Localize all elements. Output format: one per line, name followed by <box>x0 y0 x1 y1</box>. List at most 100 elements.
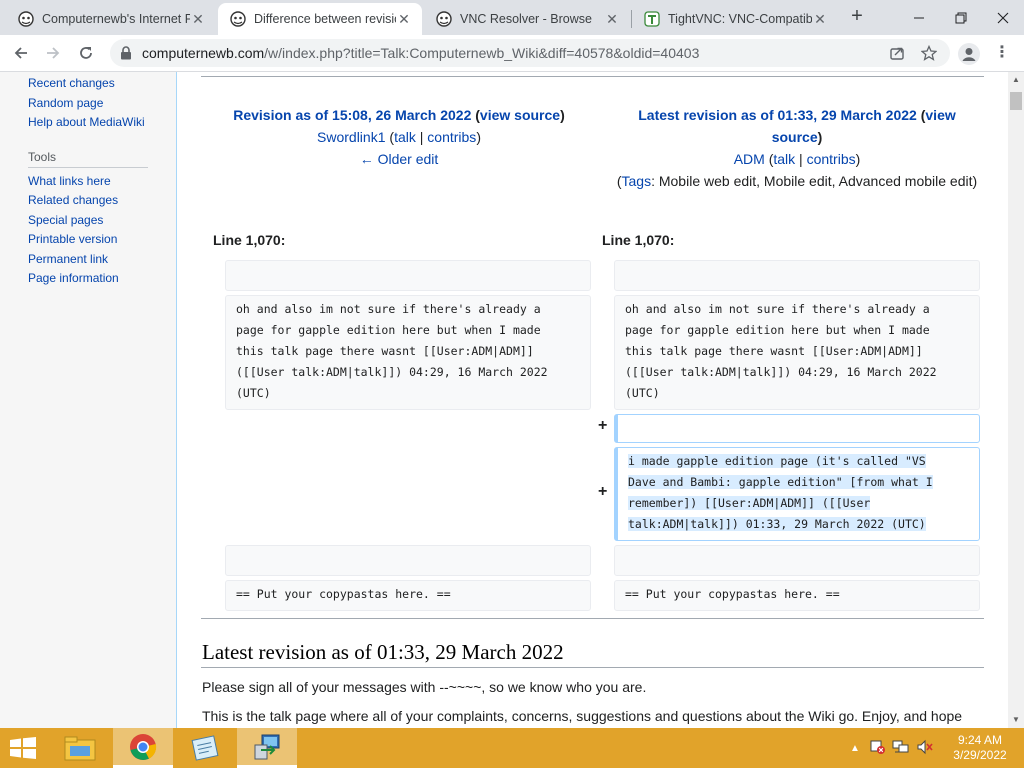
reload-icon[interactable] <box>73 40 99 66</box>
older-edit-link[interactable]: ← Older edit <box>360 151 439 167</box>
context-line: == Put your copypastas here. == <box>236 587 451 601</box>
tags-list: Mobile web edit, Mobile edit, Advanced m… <box>658 173 973 189</box>
sidebar-page-information[interactable]: Page information <box>28 271 119 285</box>
new-tab-button[interactable]: + <box>846 6 868 28</box>
new-user-talk-link[interactable]: talk <box>773 151 795 167</box>
tab-computernewb[interactable]: Computernewb's Internet P ✕ <box>6 3 216 35</box>
restore-icon[interactable] <box>940 0 982 35</box>
wiki-sidebar: Recent changes Random page Help about Me… <box>0 72 176 728</box>
address-bar[interactable]: computernewb.com/w/index.php?title=Talk:… <box>110 39 950 67</box>
added-line-marker: + <box>598 483 608 500</box>
new-view-source-link-a[interactable]: view <box>925 107 955 123</box>
old-revision-title-link[interactable]: Revision as of 15:08, 26 March 2022 <box>233 107 471 123</box>
wiki-favicon-icon <box>18 11 34 27</box>
scroll-down-arrow-icon[interactable]: ▼ <box>1008 712 1024 728</box>
new-user-link[interactable]: ADM <box>734 151 765 167</box>
url-text[interactable]: computernewb.com/w/index.php?title=Talk:… <box>142 45 699 61</box>
new-context-empty-cell <box>614 260 980 291</box>
wiki-favicon-icon <box>230 11 246 27</box>
old-revision-header: Revision as of 15:08, 26 March 2022 (vie… <box>209 104 589 170</box>
tab-title: Difference between revisio <box>254 12 396 26</box>
context-line: == Put your copypastas here. == <box>625 587 840 601</box>
old-user-talk-link[interactable]: talk <box>394 129 416 145</box>
share-icon[interactable] <box>888 44 906 62</box>
volume-muted-icon[interactable] <box>916 739 934 758</box>
taskbar-clock[interactable]: 9:24 AM 3/29/2022 <box>948 733 1012 763</box>
tightvnc-favicon-icon <box>644 11 660 27</box>
vnc-viewer-taskbar-icon[interactable] <box>237 728 297 768</box>
tab-tightvnc[interactable]: TightVNC: VNC-Compatib ✕ <box>632 3 838 35</box>
show-hidden-icons-icon[interactable]: ▲ <box>850 743 860 754</box>
sidebar-divider <box>28 167 148 168</box>
close-tab-icon[interactable]: ✕ <box>812 11 828 28</box>
tags-link[interactable]: Tags <box>622 173 652 189</box>
windows-start-icon[interactable] <box>8 737 38 764</box>
scrollbar-thumb[interactable] <box>1010 92 1022 110</box>
tab-vnc-resolver[interactable]: VNC Resolver - Browse ✕ <box>424 3 630 35</box>
back-icon[interactable] <box>8 40 34 66</box>
close-window-icon[interactable] <box>982 0 1024 35</box>
bookmark-star-icon[interactable] <box>920 44 938 62</box>
added-line-marker: + <box>598 417 608 434</box>
page-scrollbar[interactable] <box>1008 72 1024 728</box>
file-explorer-taskbar-icon[interactable] <box>50 728 110 768</box>
context-line: (UTC) <box>625 386 660 400</box>
old-line-number: Line 1,070: <box>213 232 286 248</box>
url-host: computernewb.com <box>142 45 265 61</box>
lock-icon[interactable] <box>120 46 132 65</box>
action-center-alert-icon[interactable] <box>870 739 886 758</box>
tab-title: TightVNC: VNC-Compatib <box>668 12 812 26</box>
tab-difference-between-revisions[interactable]: Difference between revisio ✕ <box>218 3 422 35</box>
clock-date: 3/29/2022 <box>953 748 1007 762</box>
sidebar-random-page[interactable]: Random page <box>28 96 103 110</box>
sidebar-printable-version[interactable]: Printable version <box>28 232 117 246</box>
context-line: oh and also im not sure if there's alrea… <box>236 302 541 316</box>
old-context-empty-cell <box>225 545 591 576</box>
network-icon[interactable] <box>892 739 910 758</box>
notepad-taskbar-icon[interactable] <box>175 728 235 768</box>
sidebar-permanent-link[interactable]: Permanent link <box>28 252 108 266</box>
new-revision-tags: (Tags: Mobile web edit, Mobile edit, Adv… <box>616 173 978 189</box>
new-revision-user-line: ADM (talk | contribs) <box>733 151 861 167</box>
close-tab-icon[interactable]: ✕ <box>190 11 206 28</box>
new-view-source-link-b[interactable]: source <box>772 129 818 145</box>
sidebar-related-changes[interactable]: Related changes <box>28 193 118 207</box>
url-path: /w/index.php?title=Talk:Computernewb_Wik… <box>264 45 700 61</box>
profile-avatar-icon[interactable] <box>958 43 980 65</box>
added-line: remember]) [[User:ADM|ADM]] ([[User <box>628 496 871 510</box>
close-tab-icon[interactable]: ✕ <box>604 11 620 28</box>
top-divider <box>201 76 984 77</box>
sidebar-special-pages[interactable]: Special pages <box>28 213 103 227</box>
sidebar-recent-changes[interactable]: Recent changes <box>28 76 115 90</box>
new-revision-title-link[interactable]: Latest revision as of 01:33, 29 March 20… <box>638 107 917 123</box>
old-user-link[interactable]: Swordlink1 <box>317 129 385 145</box>
new-line-number: Line 1,070: <box>602 232 675 248</box>
minimize-icon[interactable] <box>898 0 940 35</box>
sidebar-help-mediawiki[interactable]: Help about MediaWiki <box>28 115 145 129</box>
new-revision-title-line: Latest revision as of 01:33, 29 March 20… <box>638 107 956 123</box>
old-user-contribs-link[interactable]: contribs <box>427 129 476 145</box>
system-tray: ▲ <box>850 728 934 768</box>
browser-toolbar: computernewb.com/w/index.php?title=Talk:… <box>0 35 1024 72</box>
old-context-cell: oh and also im not sure if there's alrea… <box>225 295 591 410</box>
windows-taskbar: ▲ 9:24 AM 3/29/2022 <box>0 728 1024 768</box>
forward-icon[interactable] <box>40 40 66 66</box>
added-line: Dave and Bambi: gapple edition" [from wh… <box>628 475 933 489</box>
context-line: oh and also im not sure if there's alrea… <box>625 302 930 316</box>
added-text-cell: i made gapple edition page (it's called … <box>614 447 980 541</box>
browser-menu-icon[interactable]: ⋮ <box>992 44 1012 64</box>
old-view-source-link[interactable]: view source <box>480 107 560 123</box>
new-context-cell: oh and also im not sure if there's alrea… <box>614 295 980 410</box>
context-line: page for gapple edition here but when I … <box>625 323 930 337</box>
sidebar-what-links-here[interactable]: What links here <box>28 174 111 188</box>
old-bottom-context-cell: == Put your copypastas here. == <box>225 580 591 611</box>
close-tab-icon[interactable]: ✕ <box>396 11 412 28</box>
chrome-taskbar-icon[interactable] <box>113 728 173 768</box>
sign-messages-paragraph: Please sign all of your messages with --… <box>202 679 647 695</box>
new-user-contribs-link[interactable]: contribs <box>807 151 856 167</box>
scroll-up-arrow-icon[interactable]: ▲ <box>1008 72 1024 88</box>
context-line: (UTC) <box>236 386 271 400</box>
context-line: page for gapple edition here but when I … <box>236 323 541 337</box>
tab-title: VNC Resolver - Browse <box>460 12 592 26</box>
new-bottom-context-cell: == Put your copypastas here. == <box>614 580 980 611</box>
